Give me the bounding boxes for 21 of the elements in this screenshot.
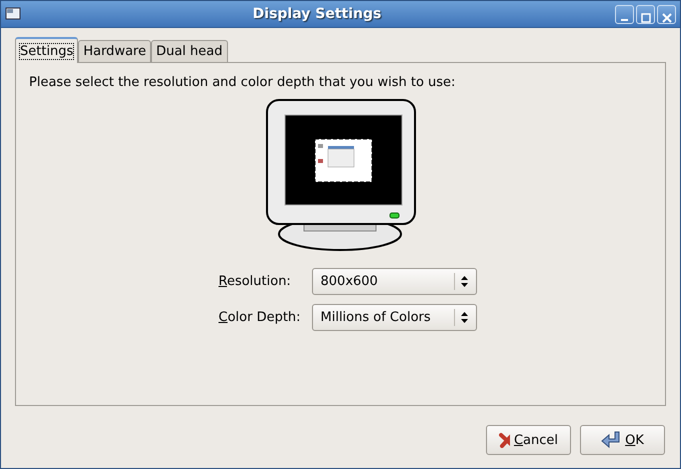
field-label: Resolution:	[218, 274, 292, 289]
spinner-arrows-icon	[460, 312, 468, 323]
return-arrow-icon	[601, 431, 622, 449]
maximize-icon	[640, 12, 650, 22]
instruction-text: Please select the resolution and color depth that you wish to use:	[29, 75, 456, 90]
minimize-button[interactable]	[615, 4, 634, 24]
close-icon	[662, 12, 672, 22]
window-title: Display Settings	[252, 6, 382, 22]
field-label: Color Depth:	[218, 310, 302, 325]
maximize-button[interactable]	[636, 4, 655, 24]
close-button[interactable]	[657, 4, 676, 24]
tab[interactable]: Hardware	[78, 40, 152, 62]
dropdown[interactable]: Millions of Colors	[312, 304, 476, 331]
cancel-button[interactable]: Cancel	[486, 425, 571, 455]
tab[interactable]: Dual head	[151, 40, 228, 62]
tab[interactable]: Settings	[15, 37, 78, 63]
x-icon	[499, 432, 510, 448]
dropdown[interactable]: 800x600	[312, 268, 476, 295]
window-menu-icon[interactable]	[5, 7, 21, 21]
spinner-arrows-icon	[460, 276, 468, 287]
ok-button[interactable]: OK	[580, 425, 665, 455]
